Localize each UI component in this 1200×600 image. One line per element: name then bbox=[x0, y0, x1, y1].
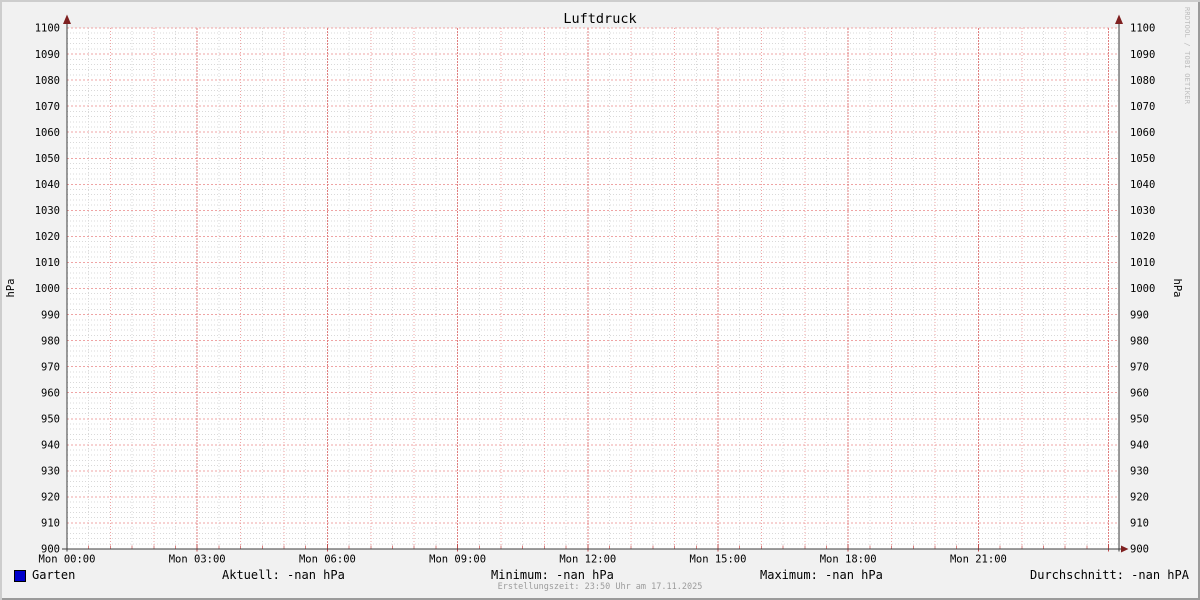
y-tick-label-left: 1100 bbox=[35, 23, 60, 35]
plot-svg: 900 900910 910920 920930 930940 940950 950960 9… bbox=[35, 14, 1155, 566]
y-tick-label-right: 960 bbox=[1130, 387, 1149, 399]
y-axis-arrow-right bbox=[1115, 14, 1123, 24]
x-tick-label: Mon 03:00 bbox=[169, 554, 226, 566]
y-tick-label-right: 1020 bbox=[1130, 231, 1155, 243]
y-tick-label-left: 990 bbox=[41, 309, 60, 321]
y-tick-label-right: 1070 bbox=[1130, 101, 1155, 113]
y-tick-label-right: 930 bbox=[1130, 466, 1149, 478]
stat-durchschnitt: Durchschnitt: -nan hPA bbox=[1030, 568, 1189, 582]
y-tick-label-right: 1040 bbox=[1130, 179, 1155, 191]
y-tick-label-left: 1040 bbox=[35, 179, 60, 191]
y-tick-label-left: 1020 bbox=[35, 231, 60, 243]
y-tick-label-left: 920 bbox=[41, 492, 60, 504]
y-tick-label-right: 1080 bbox=[1130, 75, 1155, 87]
stat-minimum: Minimum: -nan hPa bbox=[491, 568, 614, 582]
y-tick-label-right: 970 bbox=[1130, 361, 1149, 373]
y-tick-label-left: 1060 bbox=[35, 127, 60, 139]
x-tick-label: Mon 09:00 bbox=[429, 554, 486, 566]
y-tick-label-right: 900 bbox=[1130, 544, 1149, 556]
y-tick-label-left: 940 bbox=[41, 440, 60, 452]
x-tick-label: Mon 06:00 bbox=[299, 554, 356, 566]
y-tick-label-left: 930 bbox=[41, 466, 60, 478]
x-tick-label: Mon 15:00 bbox=[690, 554, 747, 566]
rrdtool-watermark: RRDTOOL / TOBI OETIKER bbox=[1183, 7, 1191, 105]
x-tick-label: Mon 12:00 bbox=[559, 554, 616, 566]
y-tick-label-right: 1050 bbox=[1130, 153, 1155, 165]
y-tick-label-left: 1080 bbox=[35, 75, 60, 87]
y-tick-label-left: 1070 bbox=[35, 101, 60, 113]
y-tick-label-left: 910 bbox=[41, 518, 60, 530]
legend-swatch bbox=[14, 570, 26, 582]
y-tick-label-right: 980 bbox=[1130, 335, 1149, 347]
y-tick-label-left: 960 bbox=[41, 387, 60, 399]
x-axis-arrow bbox=[1121, 545, 1129, 553]
y-tick-label-left: 980 bbox=[41, 335, 60, 347]
y-tick-label-left: 1030 bbox=[35, 205, 60, 217]
y-axis-unit-left: hPa bbox=[5, 278, 17, 298]
y-tick-label-right: 1000 bbox=[1130, 283, 1155, 295]
y-axis-unit-right: hPa bbox=[1171, 278, 1183, 298]
y-tick-label-right: 910 bbox=[1130, 518, 1149, 530]
y-tick-label-right: 1030 bbox=[1130, 205, 1155, 217]
y-axis-arrow-left bbox=[63, 14, 71, 24]
stat-maximum: Maximum: -nan hPa bbox=[760, 568, 883, 582]
x-tick-label: Mon 18:00 bbox=[820, 554, 877, 566]
y-tick-label-right: 1100 bbox=[1130, 23, 1155, 35]
creation-time: Erstellungszeit: 23:50 Uhr am 17.11.2025 bbox=[497, 582, 703, 592]
y-tick-label-left: 1000 bbox=[35, 283, 60, 295]
y-tick-label-right: 1090 bbox=[1130, 49, 1155, 61]
y-tick-label-left: 1090 bbox=[35, 49, 60, 61]
y-tick-label-right: 1010 bbox=[1130, 257, 1155, 269]
legend-series-label: Garten bbox=[32, 568, 76, 582]
rrdtool-graph: Luftdruck 900 900 910 910 920 920 930 930 940 940… bbox=[0, 0, 1200, 600]
y-tick-label-left: 970 bbox=[41, 361, 60, 373]
y-tick-label-right: 940 bbox=[1130, 440, 1149, 452]
y-tick-label-left: 950 bbox=[41, 413, 60, 425]
y-tick-label-right: 950 bbox=[1130, 413, 1149, 425]
y-tick-label-right: 990 bbox=[1130, 309, 1149, 321]
y-tick-label-right: 920 bbox=[1130, 492, 1149, 504]
y-tick-label-left: 1050 bbox=[35, 153, 60, 165]
stat-aktuell: Aktuell: -nan hPa bbox=[222, 568, 345, 582]
x-tick-label: Mon 00:00 bbox=[39, 554, 96, 566]
y-tick-label-right: 1060 bbox=[1130, 127, 1155, 139]
y-tick-label-left: 1010 bbox=[35, 257, 60, 269]
x-tick-label: Mon 21:00 bbox=[950, 554, 1007, 566]
